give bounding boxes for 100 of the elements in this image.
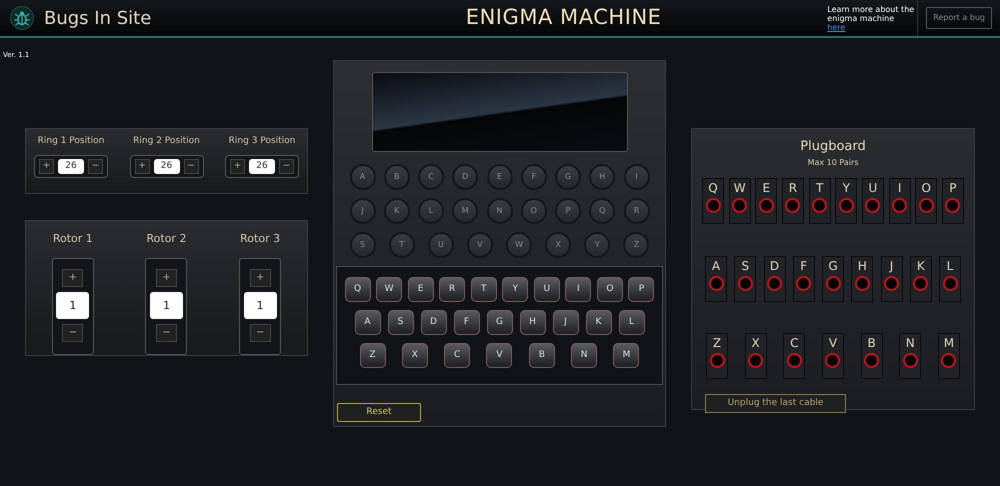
lamp: D (452, 164, 478, 190)
lamp: K (384, 198, 410, 224)
plug-socket[interactable]: E (755, 178, 778, 224)
key[interactable]: G (486, 310, 512, 335)
key[interactable]: Z (360, 343, 386, 368)
decrement-button[interactable]: − (250, 324, 271, 342)
decrement-button[interactable]: − (62, 324, 84, 342)
key[interactable]: F (454, 310, 480, 335)
socket-hole-icon (892, 198, 908, 212)
key[interactable]: U (534, 277, 560, 302)
increment-button[interactable]: + (230, 158, 245, 174)
key[interactable]: S (388, 310, 414, 335)
plug-socket[interactable]: N (899, 332, 922, 378)
plug-socket[interactable]: W (728, 178, 751, 224)
socket-letter: T (816, 182, 824, 194)
socket-hole-icon (796, 276, 812, 290)
learn-more-link[interactable]: here (827, 22, 846, 32)
key[interactable]: D (420, 310, 446, 335)
socket-letter: I (898, 182, 902, 194)
key[interactable]: A (354, 310, 380, 335)
report-bug-button[interactable]: Report a bug (926, 7, 992, 29)
key[interactable]: B (528, 343, 555, 368)
socket-hole-icon (918, 198, 934, 212)
socket-hole-icon (732, 198, 748, 212)
decrement-button[interactable]: − (156, 324, 177, 342)
decrement-button[interactable]: − (279, 158, 294, 174)
plug-socket[interactable]: H (851, 256, 874, 302)
key[interactable]: P (628, 277, 654, 302)
plug-socket[interactable]: B (860, 332, 883, 378)
key[interactable]: H (520, 310, 546, 335)
plug-socket[interactable]: V (822, 332, 844, 378)
plug-socket[interactable]: D (764, 256, 786, 302)
plug-socket[interactable]: T (808, 178, 831, 224)
key[interactable]: Q (344, 277, 370, 302)
key[interactable]: R (439, 277, 466, 302)
plug-socket[interactable]: P (942, 178, 964, 224)
key[interactable]: V (486, 343, 512, 368)
rotor-value-field[interactable]: 1 (244, 292, 277, 318)
plug-socket[interactable]: C (783, 332, 806, 378)
rotor-label: Rotor 1 (52, 231, 93, 247)
plug-socket[interactable]: Z (706, 332, 728, 378)
socket-letter: G (828, 260, 838, 272)
decrement-button[interactable]: − (88, 158, 103, 174)
key[interactable]: I (565, 277, 592, 302)
increment-button[interactable]: + (39, 158, 54, 174)
reset-button[interactable]: Reset (337, 403, 421, 422)
plug-socket[interactable]: M (938, 332, 960, 378)
socket-letter: P (949, 182, 957, 194)
key[interactable]: T (470, 277, 497, 302)
plug-socket[interactable]: K (910, 256, 932, 302)
plug-socket[interactable]: I (888, 178, 911, 224)
increment-button[interactable]: + (250, 268, 271, 286)
rotor-value-field[interactable]: 1 (150, 292, 183, 318)
ring-value-field[interactable]: 26 (154, 158, 180, 174)
key[interactable]: O (596, 277, 623, 302)
key[interactable]: W (376, 277, 402, 302)
increment-button[interactable]: + (134, 158, 150, 174)
socket-letter: X (752, 336, 760, 348)
plug-socket[interactable]: Y (835, 178, 858, 224)
key[interactable]: Y (502, 277, 528, 302)
plug-socket[interactable]: J (880, 256, 902, 302)
lamp: N (486, 198, 512, 224)
plug-socket[interactable]: R (782, 178, 804, 224)
plug-socket[interactable]: Q (702, 178, 724, 224)
key[interactable]: J (552, 310, 578, 335)
socket-letter: M (944, 336, 954, 348)
socket-letter: O (922, 182, 931, 194)
plug-socket[interactable]: A (705, 256, 727, 302)
plug-socket[interactable]: F (792, 256, 815, 302)
socket-hole-icon (706, 198, 720, 212)
socket-letter: Z (712, 336, 722, 348)
rotor-value-field[interactable]: 1 (56, 292, 90, 318)
increment-button[interactable]: + (62, 268, 84, 286)
plug-socket[interactable]: L (939, 256, 961, 302)
socket-hole-icon (864, 352, 880, 368)
unplug-button[interactable]: Unplug the last cable (705, 394, 846, 413)
plug-socket[interactable]: O (915, 178, 938, 224)
ring-label: Ring 3 Position (228, 135, 296, 148)
ring-value-field[interactable]: 26 (58, 158, 84, 174)
key[interactable]: E (408, 277, 434, 302)
plug-socket[interactable]: X (744, 332, 767, 378)
key[interactable]: X (402, 343, 428, 368)
plug-socket[interactable]: U (862, 178, 884, 224)
plug-socket[interactable]: G (822, 256, 844, 302)
lamp: T (388, 232, 415, 258)
increment-button[interactable]: + (156, 268, 177, 286)
socket-hole-icon (865, 198, 880, 212)
ring-value-field[interactable]: 26 (249, 158, 275, 174)
decrement-button[interactable]: − (184, 158, 198, 174)
socket-hole-icon (825, 352, 840, 368)
key[interactable]: N (571, 343, 598, 368)
key[interactable]: K (586, 310, 612, 335)
lamp: W (506, 232, 532, 258)
plug-socket[interactable]: S (734, 256, 756, 302)
key[interactable]: L (618, 310, 644, 335)
key[interactable]: C (444, 343, 470, 368)
key[interactable]: M (613, 343, 640, 368)
socket-hole-icon (786, 352, 802, 368)
socket-hole-icon (708, 276, 724, 290)
socket-letter: B (868, 336, 876, 348)
